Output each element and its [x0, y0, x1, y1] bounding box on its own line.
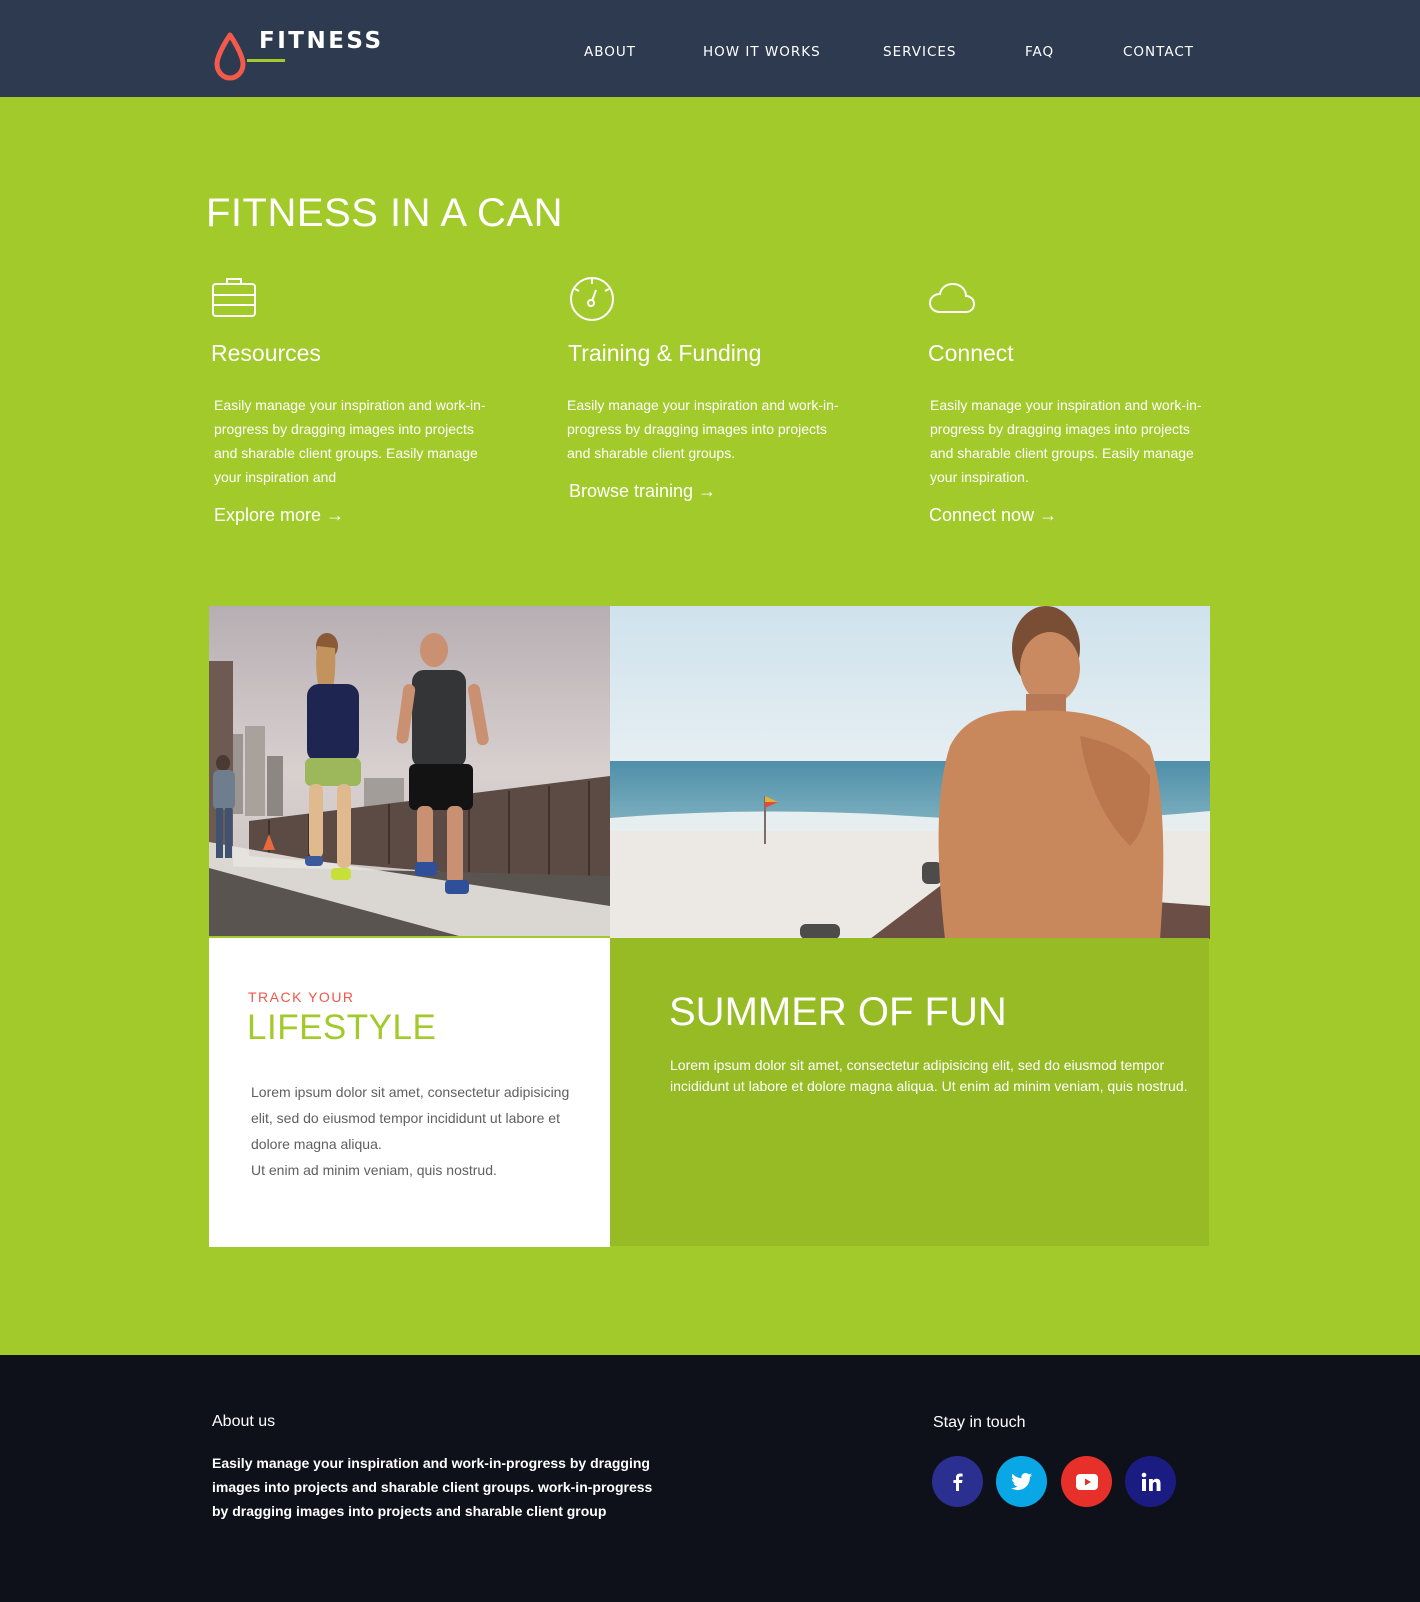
feature-title: Training & Funding: [568, 340, 762, 366]
lifestyle-text: Lorem ipsum dolor sit amet, consectetur …: [251, 1079, 581, 1183]
runners-photo: [209, 606, 610, 936]
drop-icon: [214, 32, 246, 81]
speedometer-icon: [570, 277, 614, 321]
twitter-icon: [1010, 1472, 1032, 1490]
lifestyle-kicker: TRACK YOUR: [248, 989, 355, 1005]
summer-card: SUMMER OF FUN Lorem ipsum dolor sit amet…: [610, 938, 1209, 1246]
brand-underline: [247, 59, 285, 62]
feature-text: Easily manage your inspiration and work-…: [567, 397, 839, 461]
nav-about[interactable]: ABOUT: [584, 44, 636, 60]
browse-training-link[interactable]: Browse training →: [569, 481, 843, 502]
hero-title: FITNESS IN A CAN: [206, 191, 563, 235]
logo[interactable]: FITNESS: [213, 30, 384, 82]
explore-more-link[interactable]: Explore more →: [214, 505, 501, 526]
lifestyle-text-1: Lorem ipsum dolor sit amet, consectetur …: [251, 1084, 570, 1152]
lifestyle-text-2: Ut enim ad minim veniam, quis nostrud.: [251, 1162, 497, 1178]
footer-stay-title: Stay in touch: [933, 1414, 1026, 1431]
facebook-button[interactable]: [932, 1456, 983, 1507]
connect-now-link[interactable]: Connect now →: [929, 505, 1213, 526]
nav-services[interactable]: SERVICES: [883, 44, 956, 60]
feature-text: Easily manage your inspiration and work-…: [930, 397, 1202, 485]
footer-about-text: Easily manage your inspiration and work-…: [212, 1455, 653, 1519]
summer-title: SUMMER OF FUN: [669, 990, 1007, 1034]
site-header: FITNESS ABOUT HOW IT WORKS SERVICES FAQ …: [0, 0, 1420, 97]
feature-connect: Connect Easily manage your inspiration a…: [928, 275, 1213, 526]
feature-title: Resources: [211, 340, 321, 366]
briefcase-icon: [212, 278, 256, 317]
facebook-icon: [952, 1473, 963, 1491]
youtube-icon: [1075, 1473, 1098, 1490]
youtube-button[interactable]: [1061, 1456, 1112, 1507]
nav-contact[interactable]: CONTACT: [1123, 44, 1194, 60]
nav-how-it-works[interactable]: HOW IT WORKS: [703, 44, 821, 60]
twitter-button[interactable]: [996, 1456, 1047, 1507]
feature-title: Connect: [928, 340, 1014, 366]
beach-photo: [610, 606, 1210, 939]
brand-name: FITNESS: [259, 28, 384, 54]
lifestyle-title: LIFESTYLE: [247, 1008, 437, 1047]
footer-about-title: About us: [212, 1413, 276, 1430]
nav-faq[interactable]: FAQ: [1025, 44, 1054, 60]
feature-training: Training & Funding Easily manage your in…: [567, 275, 843, 502]
linkedin-icon: [1141, 1472, 1160, 1491]
feature-text: Easily manage your inspiration and work-…: [214, 397, 486, 485]
cloud-icon: [928, 282, 976, 313]
summer-text: Lorem ipsum dolor sit amet, consectetur …: [670, 1057, 1188, 1094]
linkedin-button[interactable]: [1125, 1456, 1176, 1507]
feature-resources: Resources Easily manage your inspiration…: [211, 275, 501, 526]
site-footer: About us Easily manage your inspiration …: [0, 1355, 1420, 1602]
lifestyle-card: TRACK YOUR LIFESTYLE Lorem ipsum dolor s…: [209, 938, 610, 1247]
